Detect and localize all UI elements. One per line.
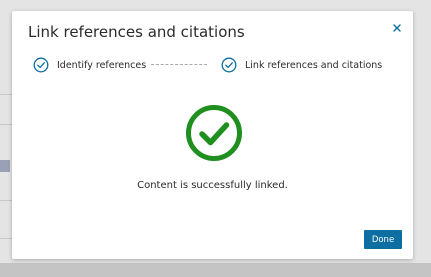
step-label: Identify references — [57, 59, 147, 71]
step-link-references: Link references and citations — [221, 56, 382, 74]
step-label: Link references and citations — [245, 59, 383, 71]
check-circle-icon — [33, 57, 49, 73]
dialog-title: Link references and citations — [28, 23, 245, 41]
done-button[interactable]: Done — [364, 230, 402, 249]
close-icon — [389, 20, 405, 36]
progress-stepper: Identify references Link references and … — [33, 56, 403, 74]
success-check-icon — [185, 104, 243, 162]
check-circle-icon — [221, 57, 237, 73]
background-tab — [0, 160, 10, 172]
background-divider — [0, 200, 12, 201]
background-divider — [0, 94, 12, 95]
link-references-dialog: Link references and citations Identify r… — [12, 11, 413, 259]
step-connector — [151, 64, 207, 65]
background-divider — [0, 238, 12, 239]
success-message: Content is successfully linked. — [137, 180, 288, 191]
background-divider — [0, 124, 12, 125]
background-footer — [0, 263, 431, 277]
step-identify-references: Identify references — [33, 56, 146, 74]
close-button[interactable] — [389, 20, 405, 36]
